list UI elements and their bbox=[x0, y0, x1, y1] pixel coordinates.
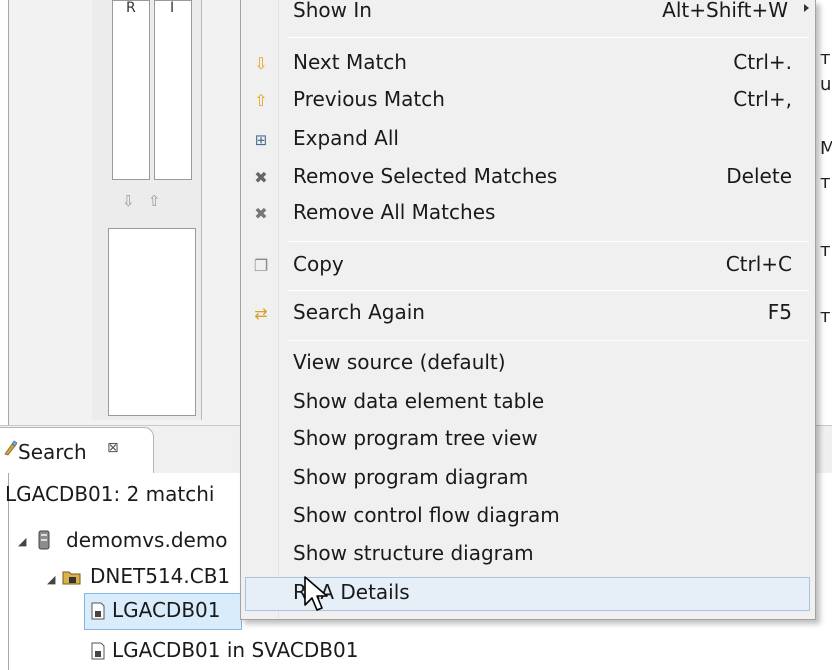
move-up-button[interactable]: ⇧ bbox=[148, 192, 161, 210]
copy-icon: ❐ bbox=[253, 256, 269, 275]
menu-item-expand-all[interactable]: ⊞ Expand All bbox=[242, 124, 814, 158]
menu-item-label: Next Match bbox=[293, 50, 407, 74]
menu-item-label: Expand All bbox=[293, 126, 399, 150]
menu-item-label: View source (default) bbox=[293, 350, 506, 374]
menu-item-search-again[interactable]: ⇄ Search Again F5 bbox=[242, 298, 814, 332]
menu-item-label: Show In bbox=[293, 0, 372, 22]
menu-item-label: Show program diagram bbox=[293, 465, 529, 489]
column-picker: R I ⇩ ⇧ bbox=[92, 0, 202, 420]
menu-item-show-program-diagram[interactable]: Show program diagram bbox=[242, 463, 814, 497]
move-down-button[interactable]: ⇩ bbox=[122, 192, 135, 210]
file-lock-icon bbox=[91, 642, 105, 660]
menu-item-previous-match[interactable]: ⇧ Previous Match Ctrl+, bbox=[242, 85, 814, 119]
search-summary: LGACDB01: 2 matchi bbox=[5, 482, 215, 506]
right-pane-fragment: т bbox=[820, 48, 831, 69]
tree-item-member[interactable]: LGACDB01 in SVACDB01 bbox=[112, 638, 358, 662]
tree-item-dataset[interactable]: DNET514.CB1 bbox=[90, 564, 230, 588]
column-header-r: R bbox=[126, 0, 136, 16]
submenu-arrow-icon bbox=[804, 4, 809, 12]
server-icon bbox=[38, 530, 50, 550]
close-icon[interactable]: ⊠ bbox=[107, 440, 119, 456]
mouse-pointer-icon bbox=[304, 576, 328, 611]
menu-item-label: Show structure diagram bbox=[293, 541, 534, 565]
left-frame bbox=[0, 0, 9, 670]
search-tab-label: Search bbox=[18, 440, 87, 464]
menu-item-label: Show data element table bbox=[293, 389, 545, 413]
right-pane-fragment: т bbox=[820, 306, 831, 327]
menu-item-label: Show control flow diagram bbox=[293, 503, 560, 527]
menu-item-shortcut: F5 bbox=[767, 300, 792, 324]
menu-item-show-data-element-table[interactable]: Show data element table bbox=[242, 387, 814, 421]
menu-separator bbox=[287, 241, 809, 242]
menu-item-label: Search Again bbox=[293, 300, 425, 324]
collapse-icon[interactable]: ◢ bbox=[18, 535, 26, 548]
tree-item-member[interactable]: LGACDB01 bbox=[112, 598, 221, 622]
column-header-i: I bbox=[170, 0, 175, 16]
menu-item-shortcut: Ctrl+, bbox=[733, 87, 792, 111]
menu-item-show-in[interactable]: Show In Alt+Shift+W bbox=[242, 0, 814, 30]
tree-item-host[interactable]: demomvs.demo bbox=[66, 528, 228, 552]
menu-item-view-source[interactable]: View source (default) bbox=[242, 348, 814, 382]
column-list-left[interactable] bbox=[112, 0, 150, 180]
remove-all-icon: ✖ bbox=[254, 204, 268, 223]
menu-separator bbox=[287, 37, 809, 38]
collapse-icon[interactable]: ◢ bbox=[47, 573, 55, 586]
selected-columns-list[interactable] bbox=[108, 228, 196, 416]
right-pane-fragment: u bbox=[820, 74, 832, 95]
file-lock-icon bbox=[91, 602, 105, 620]
arrow-up-icon: ⇧ bbox=[254, 91, 268, 110]
menu-item-remove-selected[interactable]: ✖ Remove Selected Matches Delete bbox=[242, 162, 814, 196]
right-pane-fragment: M bbox=[820, 138, 832, 159]
column-list-right[interactable] bbox=[154, 0, 192, 180]
right-pane-fragment: т bbox=[820, 172, 831, 193]
remove-icon: ✖ bbox=[254, 168, 268, 187]
right-pane-fragment: т bbox=[820, 240, 831, 261]
menu-item-shortcut: Ctrl+. bbox=[733, 50, 792, 74]
folder-lock-icon bbox=[62, 571, 81, 585]
menu-item-label: Show program tree view bbox=[293, 426, 538, 450]
menu-item-remove-all[interactable]: ✖ Remove All Matches bbox=[242, 198, 814, 232]
flashlight-icon bbox=[4, 440, 17, 456]
menu-separator bbox=[287, 290, 809, 291]
menu-item-label: Remove Selected Matches bbox=[293, 164, 558, 188]
refresh-icon: ⇄ bbox=[254, 304, 268, 323]
menu-item-show-program-tree-view[interactable]: Show program tree view bbox=[242, 424, 814, 458]
menu-item-label: Copy bbox=[293, 252, 344, 276]
menu-item-label: Remove All Matches bbox=[293, 200, 496, 224]
menu-item-shortcut: Ctrl+C bbox=[725, 252, 792, 276]
context-menu: Show In Alt+Shift+W ⇩ Next Match Ctrl+. … bbox=[240, 0, 816, 620]
menu-item-copy[interactable]: ❐ Copy Ctrl+C bbox=[242, 250, 814, 284]
menu-item-next-match[interactable]: ⇩ Next Match Ctrl+. bbox=[242, 48, 814, 82]
menu-item-show-control-flow-diagram[interactable]: Show control flow diagram bbox=[242, 501, 814, 535]
menu-separator bbox=[287, 340, 809, 341]
menu-item-label: Previous Match bbox=[293, 87, 445, 111]
menu-item-shortcut: Alt+Shift+W bbox=[662, 0, 788, 22]
expand-all-icon: ⊞ bbox=[254, 131, 268, 149]
menu-item-shortcut: Delete bbox=[726, 164, 792, 188]
arrow-down-icon: ⇩ bbox=[254, 54, 268, 73]
menu-item-show-structure-diagram[interactable]: Show structure diagram bbox=[242, 539, 814, 573]
